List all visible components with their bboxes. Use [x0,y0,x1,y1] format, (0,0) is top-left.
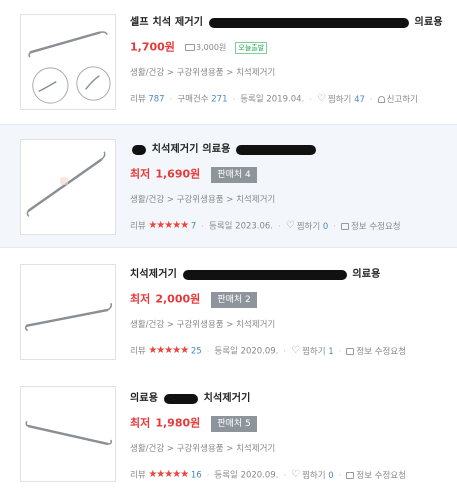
category-path: 생활/건강 > 구강위생용품 > 치석제거기 [130,320,276,330]
today-shipping-badge: 오늘출발 [235,41,268,54]
fix-request-button[interactable]: 정보 수정요청 [340,222,401,232]
register-date: 등록일 2020.09. [214,470,279,481]
truck-icon [185,43,196,51]
product-item-1[interactable]: 셀프 치석 제거기 의료용 1,700원 3,000원 오늘출발 생활/건강 >… [0,0,457,122]
redacted-text [163,394,198,404]
rating-stars: ★★★★★ [148,220,189,231]
register-date: 등록일 2019.04. [240,94,305,105]
review-count[interactable]: 787 [148,95,164,105]
product-meta: 리뷰 ★★★★★ 25 · 등록일 2020.09. · ♡ 찜하기 1 · 정보 수정요청 [130,345,407,357]
edit-icon [346,471,355,479]
fix-request-button[interactable]: 정보 수정요청 [346,471,406,481]
product-item-4[interactable]: 의료용 치석제거기 최저 1,980원 판매처 5 생활/건강 > 구강위생용품… [0,376,457,500]
sellers-count[interactable]: 판매처 2 [211,291,257,308]
heart-icon: ♡ [285,220,295,231]
review-count[interactable]: 7 [191,222,196,232]
wish-button[interactable]: ♡ 찜하기 47 [316,93,365,105]
category-path: 생활/건강 > 구강위생용품 > 치석제거기 [130,68,276,78]
price: 1,700원 [130,40,175,54]
redacted-text [182,270,347,280]
product-meta: 리뷰 ★★★★★ 16 · 등록일 2020.09. · ♡ 찜하기 0 · 정보 수정요청 [130,469,407,481]
dental-scaler-image [28,31,111,104]
product-item-2[interactable]: 치석제거기 의료용 최저 1,690원 판매처 4 생활/건강 > 구강위생용품… [0,124,457,248]
product-title[interactable]: 치석제거기 의료용 [130,143,449,157]
report-button[interactable]: 신고하기 [377,95,418,105]
heart-icon: ♡ [291,345,301,356]
dental-scaler-image [24,303,112,332]
heart-icon: ♡ [316,93,326,104]
dental-scaler-image [25,420,112,446]
rating-stars: ★★★★★ [148,345,189,356]
wish-button[interactable]: ♡ 찜하기 0 [291,469,334,481]
price: 1,980원 [155,416,201,430]
wish-button[interactable]: ♡ 찜하기 0 [285,220,329,232]
product-item-3[interactable]: 치석제거기 의료용 최저 2,000원 판매처 2 생활/건강 > 구강위생용품… [0,252,457,376]
category-path: 생활/건강 > 구강위생용품 > 치석제거기 [130,195,276,205]
siren-icon [377,95,385,103]
purchase-count: 271 [211,94,228,105]
sellers-count[interactable]: 판매처 4 [211,166,257,183]
edit-icon [340,222,349,230]
redacted-text [236,145,317,155]
rating-stars: ★★★★★ [148,469,189,480]
shipping-fee: 3,000원 [185,43,226,52]
wish-button[interactable]: ♡ 찜하기 1 [291,345,334,357]
product-title[interactable]: 의료용 치석제거기 [130,392,449,406]
product-meta: 리뷰 787 · 구매건수 271 · 등록일 2019.04. · ♡ 찜하기 47 · 신고하… [130,93,418,105]
heart-icon: ♡ [291,469,301,480]
product-thumbnail[interactable] [20,264,116,360]
price: 1,690원 [155,167,201,181]
redacted-text [208,18,409,28]
register-date: 등록일 2023.06. [209,221,274,232]
dental-scaler-image [26,151,106,217]
product-title[interactable]: 치석제거기 의료용 [130,268,449,282]
redacted-text [132,145,146,155]
category-path: 생활/건강 > 구강위생용품 > 치석제거기 [130,444,276,454]
product-thumbnail[interactable] [20,386,116,482]
review-count[interactable]: 25 [191,347,202,357]
edit-icon [346,347,355,355]
product-title[interactable]: 셀프 치석 제거기 의료용 [130,16,449,30]
sellers-count[interactable]: 판매처 5 [211,415,257,432]
product-thumbnail[interactable] [20,14,116,110]
price: 2,000원 [155,292,201,306]
product-thumbnail[interactable] [20,139,116,235]
product-meta: 리뷰 ★★★★★ 7 · 등록일 2023.06. · ♡ 찜하기 0 · 정보 수정요청 [130,220,401,232]
review-count[interactable]: 16 [191,471,202,481]
fix-request-button[interactable]: 정보 수정요청 [346,347,406,357]
register-date: 등록일 2020.09. [214,346,279,357]
